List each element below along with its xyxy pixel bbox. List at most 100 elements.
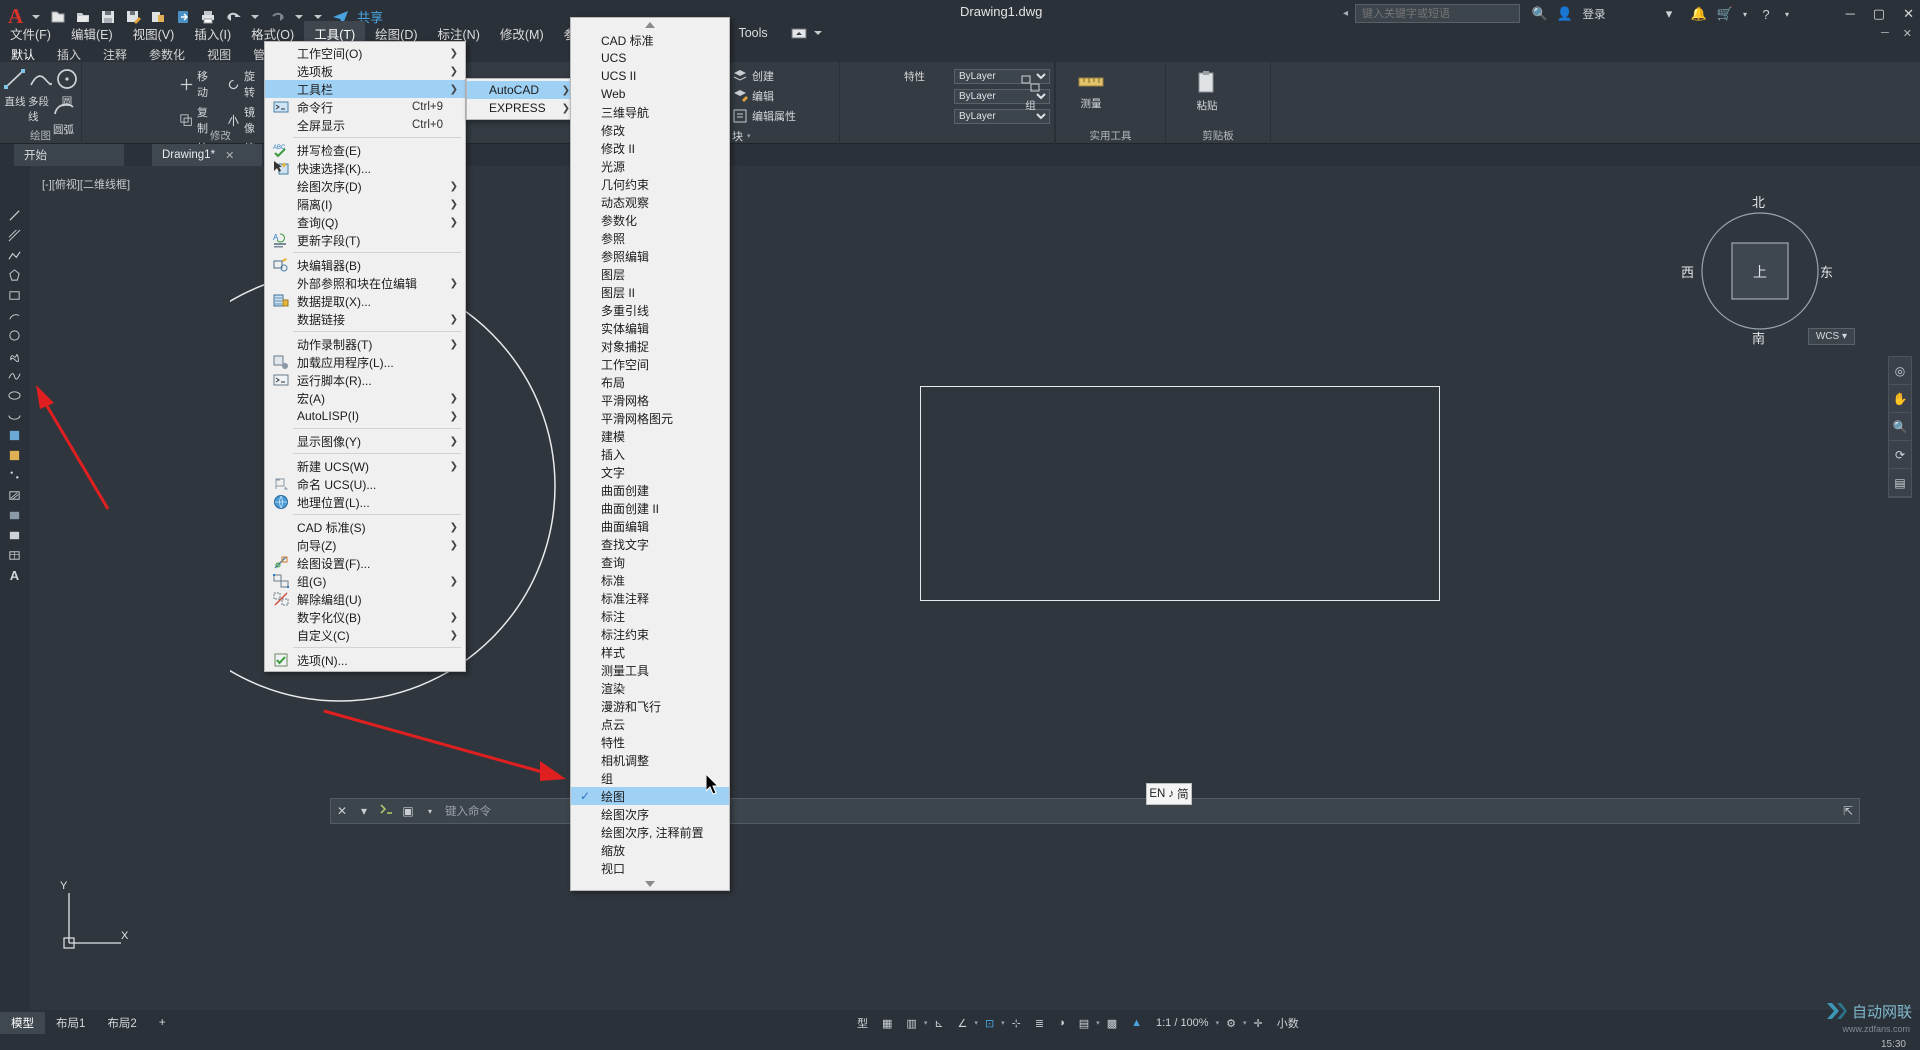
toolbars-submenu-item[interactable]: EXPRESS ❯ bbox=[467, 99, 577, 117]
command-history-dropdown-icon[interactable]: ▾ bbox=[419, 807, 441, 816]
command-options-icon[interactable]: ▾ bbox=[353, 804, 375, 818]
status-selection-cycling-toggle[interactable]: ▤ bbox=[1072, 1015, 1096, 1032]
search-icon[interactable]: 🔍 bbox=[1531, 5, 1549, 23]
toolbar-list-item[interactable]: 渲染 bbox=[571, 679, 729, 697]
command-input[interactable]: 键入命令 bbox=[441, 803, 491, 819]
tools-menu-item[interactable]: 选项板 ❯ bbox=[265, 62, 465, 80]
toolbar-ellipse-icon[interactable] bbox=[4, 385, 25, 405]
status-otrack-toggle[interactable]: ⊹ bbox=[1005, 1015, 1028, 1032]
layout-tab-model[interactable]: 模型 bbox=[0, 1012, 45, 1034]
status-grid-toggle[interactable]: ▦ bbox=[875, 1015, 899, 1032]
undo-dropdown-icon[interactable] bbox=[251, 14, 260, 19]
toolbar-list-item[interactable]: 实体编辑 bbox=[571, 319, 729, 337]
toolbar-revcloud-icon[interactable] bbox=[4, 345, 25, 365]
toolbar-list-item[interactable]: 几何约束 bbox=[571, 175, 729, 193]
tools-menu-item[interactable]: 向导(Z) ❯ bbox=[265, 536, 465, 554]
tools-menu-item[interactable]: 加载应用程序(L)... bbox=[265, 353, 465, 371]
file-tab-start[interactable]: 开始 bbox=[14, 144, 124, 166]
layout-tab-layout1[interactable]: 布局1 bbox=[45, 1012, 96, 1034]
toolbar-list-item[interactable]: 查询 bbox=[571, 553, 729, 571]
toolbar-table-icon[interactable] bbox=[4, 545, 25, 565]
command-history-icon[interactable]: ▣ bbox=[397, 804, 419, 818]
toolbar-list-item[interactable]: 曲面编辑 bbox=[571, 517, 729, 535]
menu-item-edit[interactable]: 编辑(E) bbox=[61, 21, 123, 46]
ribbon-collapse-icon[interactable] bbox=[788, 22, 810, 44]
toolbar-list-item[interactable]: 标准注释 bbox=[571, 589, 729, 607]
modify-tool-move-label[interactable]: 移动 bbox=[197, 68, 216, 100]
command-expand-icon[interactable]: ⇱ bbox=[1843, 804, 1859, 818]
toolbar-list-scroll-up[interactable] bbox=[571, 18, 729, 31]
tools-menu-item[interactable]: 工作空间(O) ❯ bbox=[265, 44, 465, 62]
toolbar-list-item[interactable]: 漫游和飞行 bbox=[571, 697, 729, 715]
toolbar-polyline-icon[interactable] bbox=[4, 245, 25, 265]
tools-menu-item[interactable]: 绘图次序(D) ❯ bbox=[265, 177, 465, 195]
status-scale-label[interactable]: 1:1 / 100% bbox=[1149, 1015, 1216, 1031]
tools-menu-item[interactable]: 宏(A) ❯ bbox=[265, 389, 465, 407]
toolbar-list-item[interactable]: 参照编辑 bbox=[571, 247, 729, 265]
tools-menu-item[interactable]: 显示图像(Y) ❯ bbox=[265, 432, 465, 450]
toolbar-list-item[interactable]: 平滑网格图元 bbox=[571, 409, 729, 427]
status-polar-toggle[interactable]: ∠ bbox=[951, 1015, 975, 1032]
search-input[interactable] bbox=[1355, 4, 1520, 23]
qat-dropdown-icon[interactable] bbox=[32, 14, 41, 19]
sign-in-label[interactable]: 登录 bbox=[1578, 5, 1610, 23]
toolbar-list-item[interactable]: CAD 标准 bbox=[571, 31, 729, 49]
toolbar-list-item[interactable]: 标准 bbox=[571, 571, 729, 589]
tools-menu-item[interactable]: 地理位置(L)... bbox=[265, 493, 465, 511]
toolbar-list-item[interactable]: 标注 bbox=[571, 607, 729, 625]
user-account-icon[interactable]: 👤 bbox=[1556, 5, 1574, 23]
tools-menu-item[interactable]: 运行脚本(R)... bbox=[265, 371, 465, 389]
tools-menu-item[interactable]: 命令行 Ctrl+9 bbox=[265, 98, 465, 116]
tools-menu-item[interactable]: 选项(N)... bbox=[265, 651, 465, 669]
close-doc-button[interactable]: ✕ bbox=[1903, 27, 1912, 40]
toolbar-rectangle-icon[interactable] bbox=[4, 285, 25, 305]
toolbar-gradient-icon[interactable] bbox=[4, 505, 25, 525]
toolbar-list-item[interactable]: 标注约束 bbox=[571, 625, 729, 643]
toolbar-polygon-icon[interactable] bbox=[4, 265, 25, 285]
restore-down-button[interactable]: ─ bbox=[1881, 27, 1889, 40]
toolbar-circle-icon[interactable] bbox=[4, 325, 25, 345]
steering-wheel-icon[interactable]: ◎ bbox=[1889, 357, 1911, 385]
status-annotation-visibility-toggle[interactable]: ▩ bbox=[1100, 1015, 1124, 1032]
toolbar-mtext-icon[interactable]: A bbox=[4, 565, 25, 585]
toolbar-arc-icon[interactable] bbox=[4, 305, 25, 325]
app-dropdown-icon[interactable]: ▾ bbox=[1660, 5, 1678, 23]
status-snap-toggle[interactable]: ▥ bbox=[899, 1015, 923, 1032]
command-close-icon[interactable]: ✕ bbox=[331, 804, 353, 818]
tools-menu-item[interactable]: 组(G) ❯ bbox=[265, 572, 465, 590]
tools-menu-item[interactable]: 解除编组(U) bbox=[265, 590, 465, 608]
toolbar-list-item[interactable]: 查找文字 bbox=[571, 535, 729, 553]
modify-tool-rotate-label[interactable]: 旋转 bbox=[244, 68, 263, 100]
toolbar-insert-block-icon[interactable] bbox=[4, 425, 25, 445]
maximize-button[interactable]: ▢ bbox=[1873, 6, 1885, 22]
tools-menu-item[interactable]: 数据链接 ❯ bbox=[265, 310, 465, 328]
tools-menu-item[interactable]: 命名 UCS(U)... bbox=[265, 475, 465, 493]
toolbar-list-item[interactable]: UCS II bbox=[571, 67, 729, 85]
toolbar-list-item[interactable]: 曲面创建 bbox=[571, 481, 729, 499]
toolbar-list-item[interactable]: 修改 II bbox=[571, 139, 729, 157]
toolbar-point-icon[interactable] bbox=[4, 465, 25, 485]
menu-item-modify[interactable]: 修改(M) bbox=[490, 21, 554, 46]
toolbar-list-item[interactable]: 绘图次序 bbox=[571, 805, 729, 823]
toolbars-submenu-item[interactable]: AutoCAD ❯ bbox=[467, 81, 577, 99]
tools-menu-item[interactable]: 数字化仪(B) ❯ bbox=[265, 608, 465, 626]
viewport-label[interactable]: [-][俯视][二维线框] bbox=[42, 176, 130, 192]
tools-menu-item[interactable]: A 更新字段(T) bbox=[265, 231, 465, 249]
redo-dropdown-icon[interactable] bbox=[295, 14, 304, 19]
layers-tool-create-label[interactable]: 创建 bbox=[752, 68, 774, 84]
toolbar-line-icon[interactable] bbox=[4, 205, 25, 225]
toolbar-list-item[interactable]: 工作空间 bbox=[571, 355, 729, 373]
toolbar-list-item[interactable]: 修改 bbox=[571, 121, 729, 139]
toolbar-list-item[interactable]: 多重引线 bbox=[571, 301, 729, 319]
toolbar-make-block-icon[interactable] bbox=[4, 445, 25, 465]
toolbar-list-item[interactable]: 文字 bbox=[571, 463, 729, 481]
menu-item-view[interactable]: 视图(V) bbox=[123, 21, 185, 46]
tools-menu-item[interactable]: 隔离(I) ❯ bbox=[265, 195, 465, 213]
tools-menu-item[interactable]: AutoLISP(I) ❯ bbox=[265, 407, 465, 425]
file-tab-close-icon[interactable]: ✕ bbox=[225, 149, 234, 162]
pan-icon[interactable]: ✋ bbox=[1889, 385, 1911, 413]
toolbar-list-item[interactable]: 绘图次序, 注释前置 bbox=[571, 823, 729, 841]
toolbar-hatch-icon[interactable] bbox=[4, 485, 25, 505]
ribbon-collapse-dropdown-icon[interactable] bbox=[813, 31, 822, 35]
menu-item-insert[interactable]: 插入(I) bbox=[184, 21, 241, 46]
